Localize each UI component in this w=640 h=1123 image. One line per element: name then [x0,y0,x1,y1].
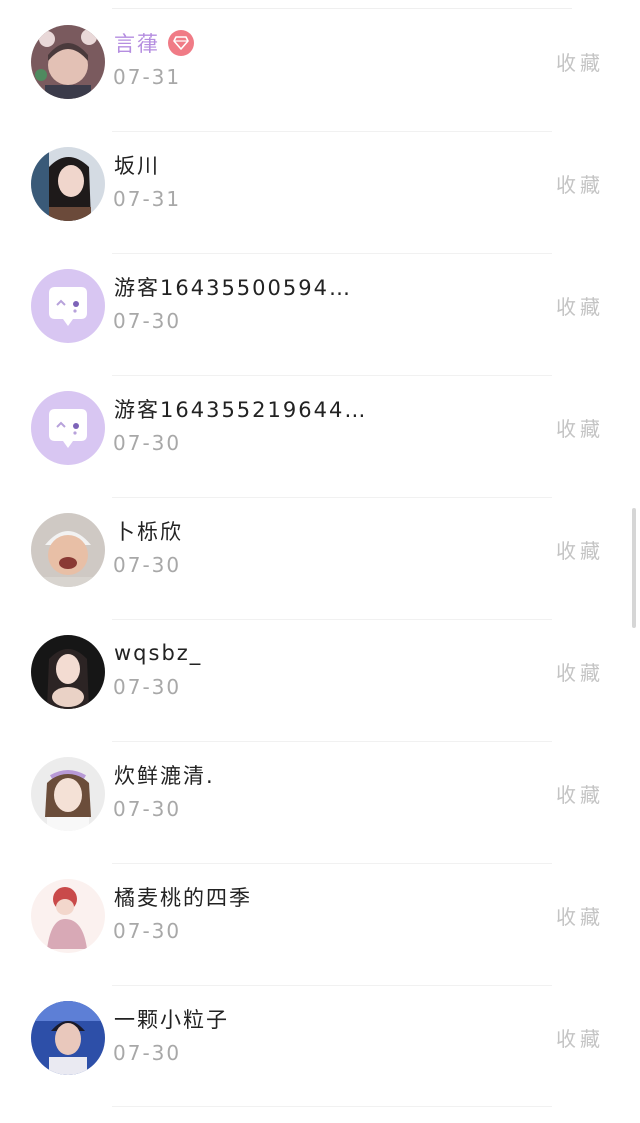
avatar[interactable] [31,879,105,953]
avatar[interactable] [31,25,105,99]
avatar[interactable] [31,1001,105,1075]
user-name: 坂川 [114,154,160,178]
favorite-button[interactable]: 收藏 [556,291,604,320]
user-name: 一颗小粒子 [114,1008,229,1032]
favorite-button[interactable]: 收藏 [556,901,604,930]
avatar[interactable] [31,147,105,221]
favorite-button[interactable]: 收藏 [556,535,604,564]
follow-date: 07-30 [113,919,182,943]
list-item[interactable]: 言葎 07-31 收藏 [0,25,640,147]
user-name: wqsbz_ [114,641,203,665]
user-name: 橘麦桃的四季 [114,886,252,910]
follow-date: 07-30 [113,1041,182,1065]
chat-bubble-icon [31,269,105,343]
list-item[interactable]: 卜栎欣 07-30 收藏 [0,513,640,635]
avatar[interactable] [31,635,105,709]
follow-date: 07-30 [113,797,182,821]
list-item[interactable]: wqsbz_ 07-30 收藏 [0,635,640,757]
divider [112,863,552,864]
scrollbar[interactable] [632,508,636,628]
favorite-button[interactable]: 收藏 [556,413,604,442]
favorite-button[interactable]: 收藏 [556,169,604,198]
follow-date: 07-30 [113,431,182,455]
favorite-button[interactable]: 收藏 [556,779,604,808]
follow-date: 07-30 [113,675,182,699]
divider [112,1106,552,1107]
list-item[interactable]: 坂川 07-31 收藏 [0,147,640,269]
list-item[interactable]: 橘麦桃的四季 07-30 收藏 [0,879,640,1001]
avatar[interactable] [31,269,105,343]
divider [112,741,552,742]
chat-bubble-icon [31,391,105,465]
user-name: 游客16435500594… [114,276,352,300]
list-item[interactable]: 游客16435500594… 07-30 收藏 [0,269,640,391]
follow-date: 07-30 [113,553,182,577]
user-name: 炊鲜漉清. [114,764,215,788]
favorite-button[interactable]: 收藏 [556,1023,604,1052]
divider [112,497,552,498]
user-name: 游客164355219644… [114,398,368,422]
divider [112,253,552,254]
follow-date: 07-31 [113,187,182,211]
divider [112,619,552,620]
list-item[interactable]: 游客164355219644… 07-30 收藏 [0,391,640,513]
divider [112,131,552,132]
list-item[interactable]: 一颗小粒子 07-30 收藏 [0,1001,640,1123]
user-name: 言葎 [114,32,160,56]
list-item[interactable]: 炊鲜漉清. 07-30 收藏 [0,757,640,879]
divider [112,375,552,376]
divider [112,985,552,986]
follow-date: 07-31 [113,65,182,89]
follow-date: 07-30 [113,309,182,333]
favorite-button[interactable]: 收藏 [556,47,604,76]
avatar[interactable] [31,513,105,587]
diamond-icon [168,30,194,56]
user-name: 卜栎欣 [114,520,183,544]
favorite-button[interactable]: 收藏 [556,657,604,686]
divider [112,8,572,9]
avatar[interactable] [31,757,105,831]
avatar[interactable] [31,391,105,465]
